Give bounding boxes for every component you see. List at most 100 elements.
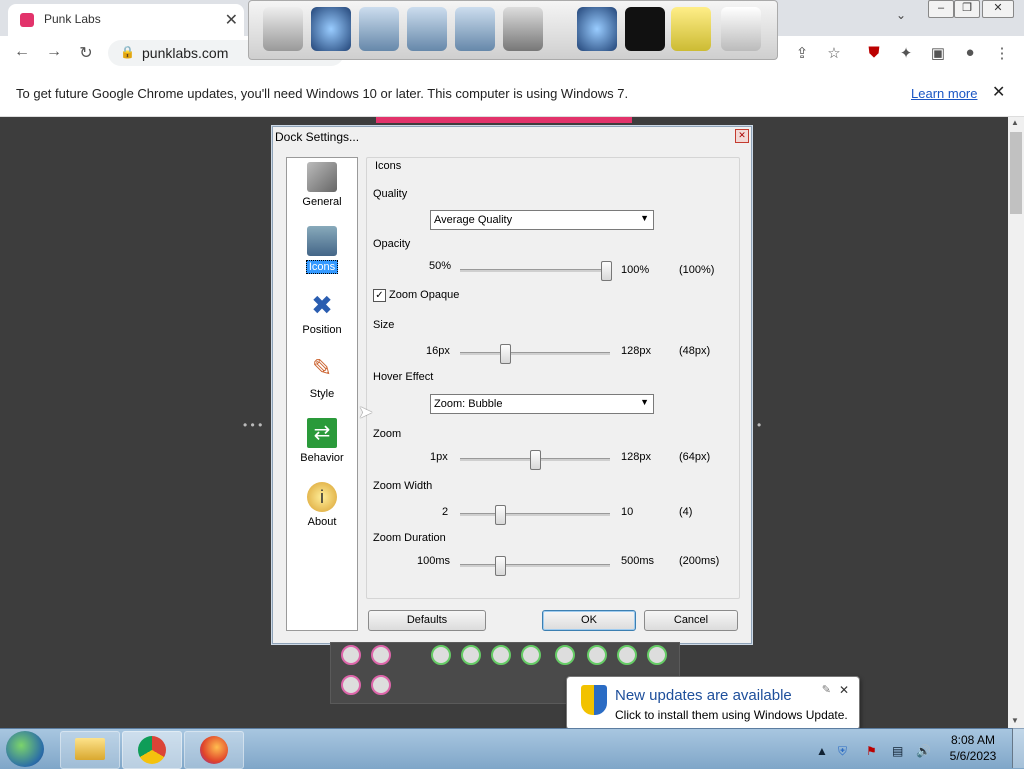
sidebar-item-general[interactable]: General [287,162,357,208]
forward-icon[interactable]: → [44,43,64,61]
dialog-title: Dock Settings... [275,130,360,144]
windows-update-tray-icon[interactable]: ⛨ [838,744,847,759]
cancel-button[interactable]: Cancel [644,610,738,631]
zoom-slider-thumb[interactable] [530,450,541,470]
sidebar-item-about[interactable]: i About [287,482,357,528]
menu-icon[interactable]: ⋮ [992,44,1012,62]
zoom-current: (64px) [679,451,711,463]
ublock-icon[interactable]: ⛊ [864,44,884,61]
profile-avatar-icon[interactable]: ● [960,44,980,61]
volume-icon[interactable]: 🔊 [916,744,931,758]
infobar-close-icon[interactable]: ✕ [992,82,1005,102]
back-icon[interactable]: ← [12,43,32,61]
ok-button[interactable]: OK [542,610,636,631]
zoom-duration-slider-thumb[interactable] [495,556,506,576]
bookmark-star-icon[interactable]: ☆ [824,44,844,62]
dialog-close-icon[interactable]: ✕ [735,129,749,143]
sidebar-item-icons[interactable]: Icons [287,226,357,274]
dot-decoration: • [757,418,762,432]
pin-icon[interactable]: ✎ [822,683,831,696]
show-hidden-icons-icon[interactable]: ▲ [816,744,828,758]
size-slider-track[interactable] [460,352,610,355]
learn-more-link[interactable]: Learn more [911,86,977,101]
warning-shield-icon [581,685,607,715]
settings-sidebar: General Icons ✖ Position ✎ Style ⇄ Behav… [286,157,358,631]
size-min: 16px [426,345,450,357]
sidebar-item-behavior[interactable]: ⇄ Behavior [287,418,357,464]
tab-title: Punk Labs [44,12,101,26]
sidebar-item-label: Position [302,324,342,336]
cube-icon [307,226,337,256]
arrows-icon: ✖ [311,290,333,320]
hover-effect-select[interactable]: Zoom: Bubble ▼ [430,394,654,414]
zoom-duration-min: 100ms [417,555,451,567]
icons-settings-panel: Icons Quality Average Quality ▼ Opacity … [366,157,740,599]
update-infobar: To get future Google Chrome updates, you… [0,70,1024,117]
browser-tab[interactable]: Punk Labs ✕ [8,4,244,36]
video-folder-icon[interactable] [455,7,495,51]
hover-effect-value: Zoom: Bubble [434,398,503,410]
dialog-titlebar[interactable]: Dock Settings... ✕ [273,127,751,147]
group-title: Icons [375,160,402,172]
action-center-icon[interactable]: ⚑ [866,744,877,758]
scroll-up-icon[interactable]: ▲ [1011,118,1019,127]
extensions-icon[interactable]: ✦ [896,44,916,62]
dock-settings-dialog: Dock Settings... ✕ General Icons ✖ Posit… [272,126,752,644]
show-desktop-button[interactable] [1012,728,1024,768]
zoom-width-max: 10 [621,506,634,518]
quality-select[interactable]: Average Quality ▼ [430,210,654,230]
firefox-taskbar-icon[interactable] [184,731,244,769]
close-tab-icon[interactable]: ✕ [225,10,238,30]
sidebar-item-label: Behavior [300,452,344,464]
notification-subtitle: Click to install them using Windows Upda… [615,708,848,722]
close-window-button[interactable]: ✕ [982,0,1014,18]
chevron-down-icon: ▼ [640,397,649,407]
windows-update-notification[interactable]: New updates are available Click to insta… [566,676,860,730]
minimize-button[interactable]: – [928,0,954,18]
size-slider-thumb[interactable] [500,344,511,364]
notepad-icon[interactable] [263,7,303,51]
infobar-message: To get future Google Chrome updates, you… [16,86,629,101]
network-icon[interactable]: ▤ [892,744,903,758]
start-button[interactable] [6,731,44,767]
zoom-duration-slider-track[interactable] [460,564,610,567]
hammer-icon[interactable] [671,7,711,51]
side-panel-icon[interactable]: ▣ [928,44,948,62]
size-label: Size [373,319,395,331]
maximize-button[interactable]: ❐ [954,0,980,18]
scroll-down-icon[interactable]: ▼ [1011,716,1019,725]
defaults-button[interactable]: Defaults [368,610,486,631]
network-globe-icon[interactable] [311,7,351,51]
folder-icon[interactable] [359,7,399,51]
zoom-opaque-checkbox[interactable]: ✓ [373,289,386,302]
sidebar-item-label: Icons [305,260,339,274]
sidebar-item-label: About [307,516,337,528]
sidebar-item-position[interactable]: ✖ Position [287,290,357,336]
opacity-slider-track[interactable] [460,269,610,272]
clock-date: 5/6/2023 [949,749,997,763]
notification-close-icon[interactable]: ✕ [839,683,849,697]
zoom-min: 1px [430,451,448,463]
chrome-taskbar-icon[interactable] [122,731,182,769]
explorer-taskbar-icon[interactable] [60,731,120,769]
recycle-bin-icon[interactable] [721,7,761,51]
tools-icon[interactable] [503,7,543,51]
scrollbar-thumb[interactable] [1010,132,1022,214]
tab-search-icon[interactable]: ⌄ [896,8,906,22]
notification-title: New updates are available [615,687,792,704]
opacity-slider-thumb[interactable] [601,261,612,281]
zoom-width-slider-track[interactable] [460,513,610,516]
zoom-label: Zoom [373,428,402,440]
zoom-max: 128px [621,451,651,463]
tshirt-icon[interactable] [625,7,665,51]
sidebar-item-label: Style [309,388,335,400]
zoom-duration-current: (200ms) [679,555,720,567]
sidebar-item-style[interactable]: ✎ Style [287,354,357,400]
music-folder-icon[interactable] [407,7,447,51]
share-icon[interactable]: ⇪ [792,44,812,62]
zoom-width-slider-thumb[interactable] [495,505,506,525]
reload-icon[interactable]: ↻ [76,43,96,63]
switch-icon: ⇄ [307,418,337,448]
taskbar-clock[interactable]: 8:08 AM 5/6/2023 [940,732,1006,764]
internet-globe-icon[interactable] [577,7,617,51]
